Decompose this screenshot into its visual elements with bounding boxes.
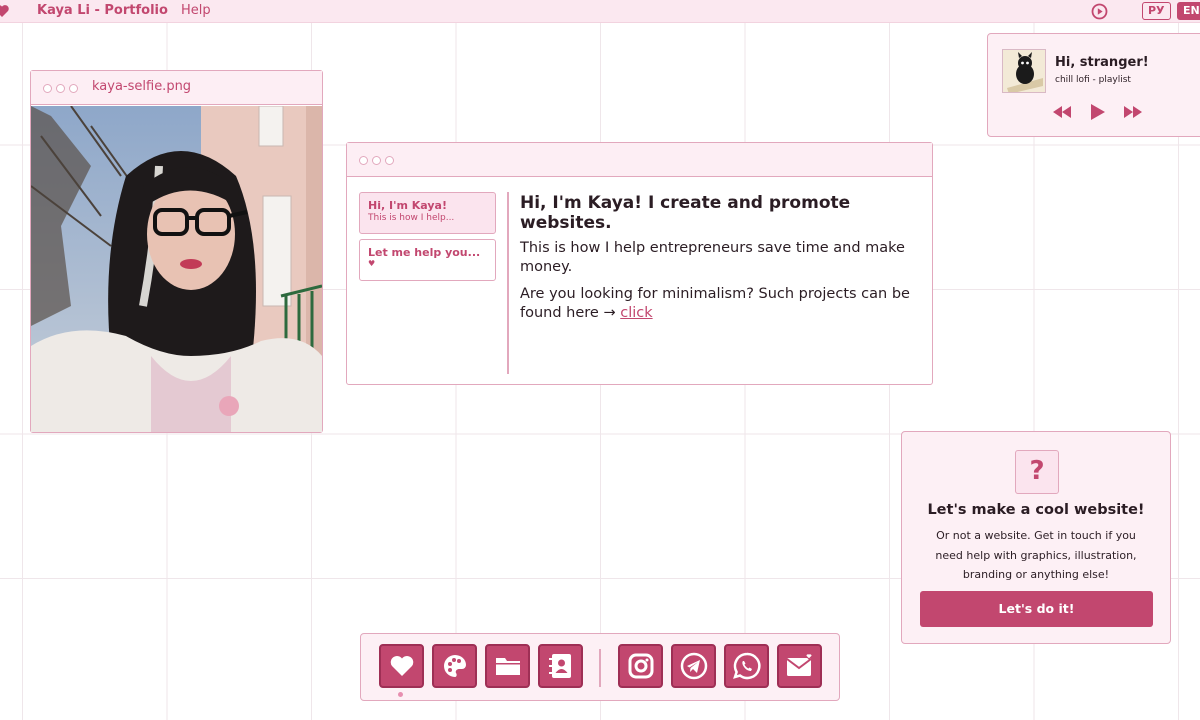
- folder-icon: [495, 658, 520, 675]
- tab-let-me-help[interactable]: Let me help you... ♥: [359, 239, 496, 281]
- about-paragraph: This is how I help entrepreneurs save ti…: [520, 240, 905, 275]
- photo-window-titlebar[interactable]: kaya-selfie.png: [31, 71, 322, 105]
- tab-title: Hi, I'm Kaya!: [368, 199, 447, 212]
- player-playlist: chill lofi - playlist: [1055, 75, 1131, 85]
- dock-whatsapp-button[interactable]: [724, 644, 769, 688]
- photo-window: kaya-selfie.png: [30, 70, 323, 433]
- instagram-icon: [628, 653, 653, 679]
- heart-icon: [390, 656, 413, 676]
- lets-do-it-button[interactable]: Let's do it!: [920, 591, 1153, 627]
- heart-icon: ♥: [368, 259, 376, 268]
- dock-palette-button[interactable]: [432, 644, 477, 688]
- window-dot[interactable]: [43, 84, 52, 93]
- dock-separator: [599, 649, 601, 687]
- mail-icon: [785, 654, 812, 676]
- menu-bar: Kaya Li - Portfolio Help РУ EN: [0, 0, 1200, 23]
- projects-link[interactable]: click: [620, 305, 652, 321]
- palette-icon: [443, 655, 466, 677]
- window-dot[interactable]: [359, 156, 368, 165]
- lang-ru-button[interactable]: РУ: [1142, 2, 1171, 20]
- about-heading: Hi, I'm Kaya! I create and promote websi…: [520, 193, 851, 233]
- about-tab-list: Hi, I'm Kaya! This is how I help... Let …: [359, 192, 496, 286]
- dock: [360, 633, 840, 701]
- whatsapp-icon: [732, 652, 761, 680]
- tab-title: Let me help you...: [368, 246, 481, 259]
- about-content: Hi, I'm Kaya! I create and promote websi…: [520, 193, 920, 331]
- active-indicator: [398, 692, 403, 697]
- window-dot[interactable]: [56, 84, 65, 93]
- play-icon[interactable]: [1088, 104, 1110, 120]
- about-window-titlebar[interactable]: [347, 143, 932, 177]
- divider: [507, 192, 509, 374]
- window-dot[interactable]: [372, 156, 381, 165]
- dock-contacts-button[interactable]: [538, 644, 583, 688]
- dock-telegram-button[interactable]: [671, 644, 716, 688]
- telegram-icon: [680, 652, 707, 680]
- app-title[interactable]: Kaya Li - Portfolio: [37, 3, 168, 18]
- window-dot[interactable]: [385, 156, 394, 165]
- window-controls: [359, 156, 394, 165]
- about-paragraph-text: Are you looking for minimalism? Such pro…: [520, 286, 910, 321]
- dock-heart-button[interactable]: [379, 644, 424, 688]
- window-controls: [43, 84, 78, 93]
- tab-subtitle: This is how I help...: [368, 213, 455, 223]
- music-player: Hi, stranger! chill lofi - playlist: [987, 33, 1200, 137]
- dock-instagram-button[interactable]: [618, 644, 663, 688]
- selfie-photo: [31, 106, 322, 432]
- dock-mail-button[interactable]: [777, 644, 822, 688]
- photo-filename: kaya-selfie.png: [92, 79, 192, 94]
- help-menu[interactable]: Help: [181, 3, 211, 18]
- album-cover: [1002, 49, 1046, 93]
- lang-en-button[interactable]: EN: [1177, 2, 1200, 20]
- about-window: Hi, I'm Kaya! This is how I help... Let …: [346, 142, 933, 385]
- fast-forward-icon[interactable]: [1122, 104, 1144, 120]
- window-dot[interactable]: [69, 84, 78, 93]
- dock-folder-button[interactable]: [485, 644, 530, 688]
- heart-logo-icon[interactable]: [0, 3, 10, 19]
- question-icon: ?: [1015, 450, 1059, 494]
- contact-card: ? Let's make a cool website! Or not a we…: [901, 431, 1171, 644]
- cta-title: Let's make a cool website!: [927, 502, 1145, 518]
- cta-text: Or not a website. Get in touch if you ne…: [935, 529, 1137, 581]
- tab-hi-im-kaya[interactable]: Hi, I'm Kaya! This is how I help...: [359, 192, 496, 234]
- contacts-icon: [548, 654, 571, 678]
- player-title: Hi, stranger!: [1055, 55, 1149, 70]
- rewind-icon[interactable]: [1051, 104, 1073, 120]
- about-paragraph: Are you looking for minimalism? Such pro…: [520, 285, 920, 323]
- play-circle-icon[interactable]: [1091, 3, 1108, 20]
